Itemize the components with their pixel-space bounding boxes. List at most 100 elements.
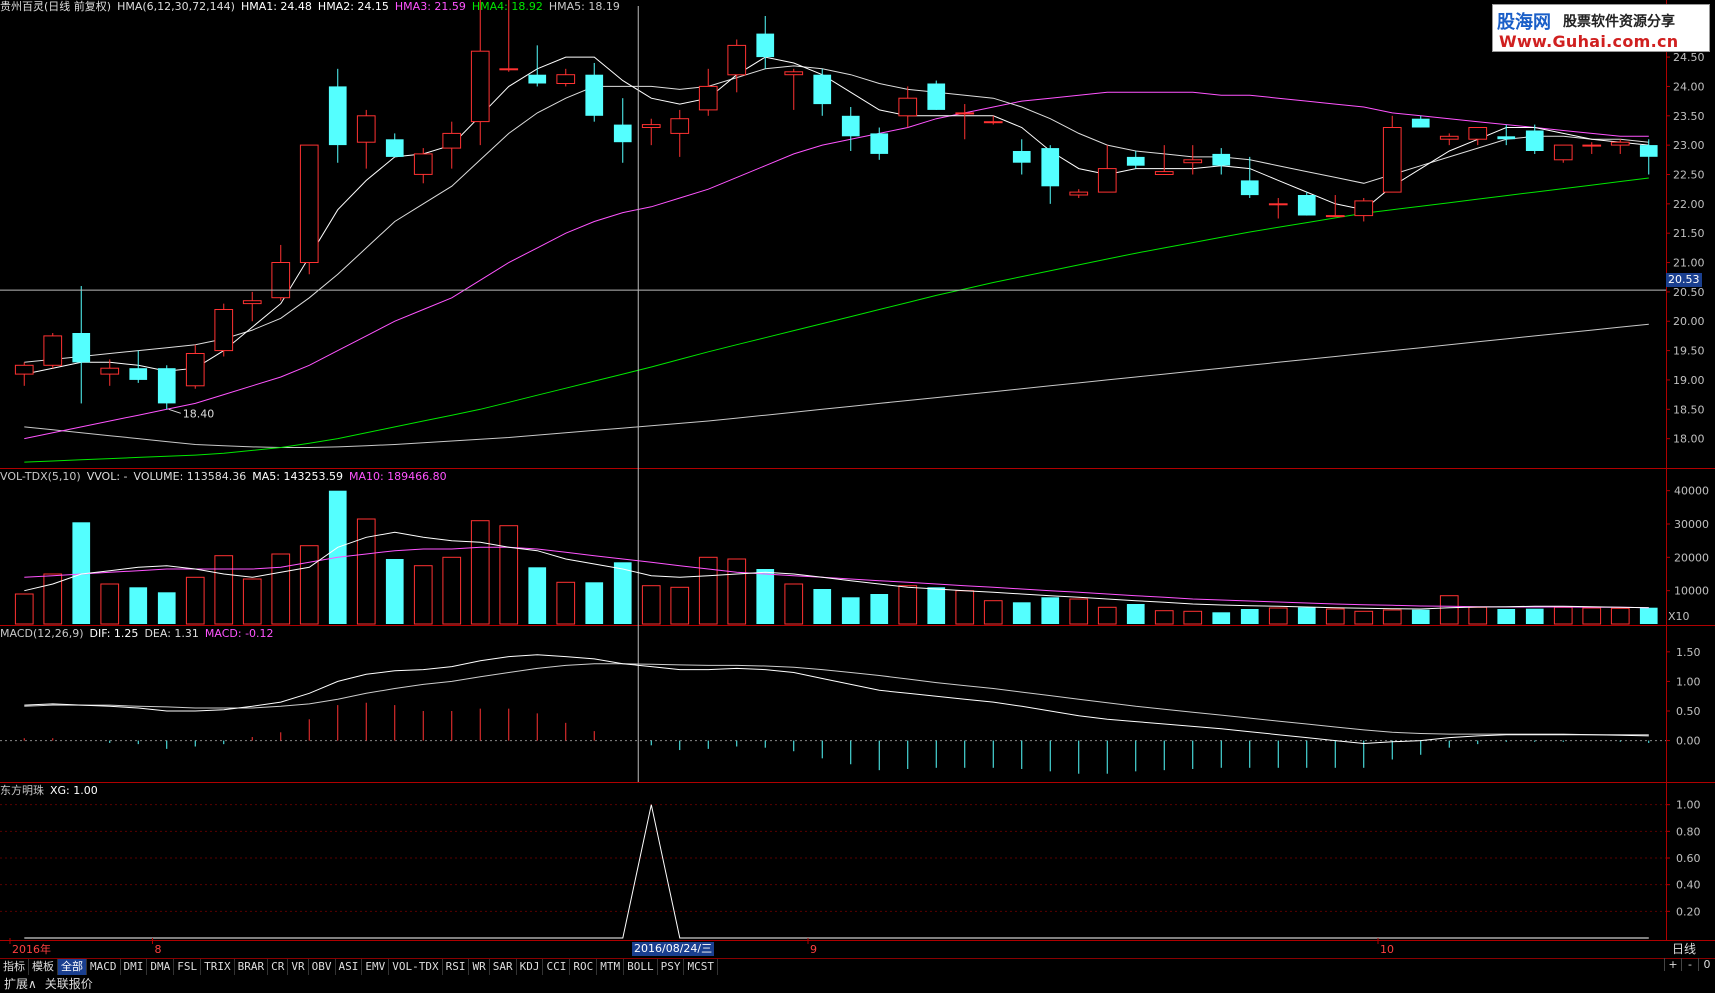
volume-bar-up	[1610, 607, 1630, 625]
tab-指标[interactable]: 指标	[0, 959, 29, 975]
candle-body-down	[328, 86, 347, 146]
candle-body-up	[1354, 200, 1374, 217]
candle-body-up	[356, 115, 376, 143]
candle-body-down	[1126, 156, 1145, 166]
hma1-line	[24, 56, 1649, 375]
hma5-value: HMA5: 18.19	[548, 0, 620, 13]
hma4-value: HMA4: 18.92	[471, 0, 543, 13]
tab-全部[interactable]: 全部	[58, 959, 87, 975]
candle-body-up	[556, 74, 576, 84]
tab-dma[interactable]: DMA	[147, 959, 175, 975]
candle-body-up	[242, 300, 262, 305]
tab-obv[interactable]: OBV	[309, 959, 336, 975]
volume-bar-down	[927, 587, 946, 624]
tab-sar[interactable]: SAR	[490, 959, 517, 975]
bottom-bar: 扩展∧ 关联报价	[0, 976, 1715, 993]
candle-body-up	[698, 85, 718, 111]
tab-macd[interactable]: MACD	[87, 959, 121, 975]
tab-kdj[interactable]: KDJ	[517, 959, 544, 975]
candle-body-up	[1468, 127, 1488, 140]
volume-bar-up	[983, 600, 1003, 625]
volume-bar-up	[1154, 610, 1174, 625]
price-tick-label: 20.50	[1673, 286, 1705, 299]
volume-bar-down	[870, 594, 889, 624]
tab-trix[interactable]: TRIX	[201, 959, 235, 975]
candle-body-down	[129, 368, 148, 380]
xg-signal-line	[24, 804, 1649, 939]
vvol-value: VVOL: -	[86, 470, 128, 483]
volume-bar-up	[1582, 607, 1602, 625]
x-axis-label: 2016年	[12, 942, 51, 956]
zoom-reset-button[interactable]: 0	[1698, 958, 1715, 971]
dea-line	[24, 663, 1649, 736]
volume-bar-down	[841, 597, 860, 624]
candle-body-down	[528, 74, 547, 84]
macd-panel-header: MACD(12,26,9) DIF: 1.25 DEA: 1.31 MACD: -0.…	[0, 627, 280, 641]
signal-tick-label: 0.60	[1676, 852, 1701, 865]
signal-tick-label: 1.00	[1676, 799, 1701, 812]
period-label[interactable]: 日线	[1672, 940, 1696, 957]
tab-vol-tdx[interactable]: VOL-TDX	[389, 959, 443, 975]
indicator-tab-bar: 指标 模板 全部 MACD DMI DMA FSL TRIX BRAR CR VR OBV ASI EMV…	[0, 958, 1715, 976]
tab-emv[interactable]: EMV	[362, 959, 390, 975]
candle-body-down	[585, 74, 604, 116]
tab-cci[interactable]: CCI	[543, 959, 571, 975]
volume-bar-up	[784, 583, 804, 625]
volume-tick-label: 30000	[1674, 518, 1709, 531]
candle-body-up	[1069, 191, 1089, 196]
macd-tick-label: 1.00	[1676, 675, 1701, 688]
tab-fsl[interactable]: FSL	[174, 959, 202, 975]
candle-body-down	[1497, 136, 1516, 140]
tab-boll[interactable]: BOLL	[624, 959, 658, 975]
candle-body-down	[927, 83, 946, 110]
volume-bar-down	[1126, 604, 1145, 624]
zoom-out-button[interactable]: -	[1681, 958, 1698, 971]
logo-name: 股海网	[1497, 12, 1551, 33]
volume-bar-down	[756, 569, 775, 624]
tab-mtm[interactable]: MTM	[597, 959, 625, 975]
candle-body-up	[100, 367, 120, 375]
stock-title: 贵州百灵(日线 前复权)	[0, 0, 112, 13]
volume-bar-down	[813, 589, 832, 624]
tab-rsi[interactable]: RSI	[443, 959, 470, 975]
expand-button[interactable]: 扩展∧	[0, 976, 41, 993]
tab-模板[interactable]: 模板	[29, 959, 58, 975]
volume-panel-header: VOL-TDX(5,10) VVOL: - VOLUME: 113584.36 MA5…	[0, 470, 453, 484]
candle-body-down	[870, 133, 889, 154]
tab-brar[interactable]: BRAR	[235, 959, 269, 975]
tab-roc[interactable]: ROC	[570, 959, 598, 975]
dif-line	[24, 654, 1649, 745]
tab-mcst[interactable]: MCST	[684, 959, 718, 975]
signal-panel-header: 东方明珠 XG: 1.00	[0, 784, 104, 798]
candle-body-up	[214, 309, 234, 352]
tab-asi[interactable]: ASI	[336, 959, 363, 975]
volume-bar-up	[898, 585, 918, 625]
volume-bar-down	[1012, 602, 1031, 624]
volume-bar-up	[470, 520, 490, 625]
price-tick-label: 18.00	[1673, 433, 1705, 446]
candle-body-up	[1325, 215, 1345, 218]
volume-bar-up	[185, 576, 205, 625]
signal-title: 东方明珠	[0, 784, 44, 797]
candle-body-up	[413, 153, 433, 175]
xg-value: XG: 1.00	[50, 784, 98, 797]
tab-cr[interactable]: CR	[268, 959, 289, 975]
tab-dmi[interactable]: DMI	[121, 959, 148, 975]
macd-title: MACD(12,26,9)	[0, 627, 84, 640]
volume-bar-down	[1297, 607, 1316, 624]
tab-vr[interactable]: VR	[288, 959, 309, 975]
macd-value: MACD: -0.12	[204, 627, 274, 640]
volume-bar-up	[299, 545, 319, 625]
zoom-in-button[interactable]: +	[1664, 958, 1681, 971]
vol-ma10-value: MA10: 189466.80	[348, 470, 447, 483]
volume-bar-up	[242, 578, 262, 625]
candle-body-down	[756, 33, 775, 58]
candle-body-down	[157, 368, 176, 404]
tab-psy[interactable]: PSY	[658, 959, 685, 975]
candle-body-down	[72, 333, 91, 363]
volume-tick-label: 10000	[1674, 585, 1709, 598]
related-quotes-button[interactable]: 关联报价	[41, 976, 97, 993]
volume-bar-up	[670, 586, 690, 625]
tab-wr[interactable]: WR	[469, 959, 490, 975]
macd-tick-label: 0.00	[1676, 735, 1701, 748]
